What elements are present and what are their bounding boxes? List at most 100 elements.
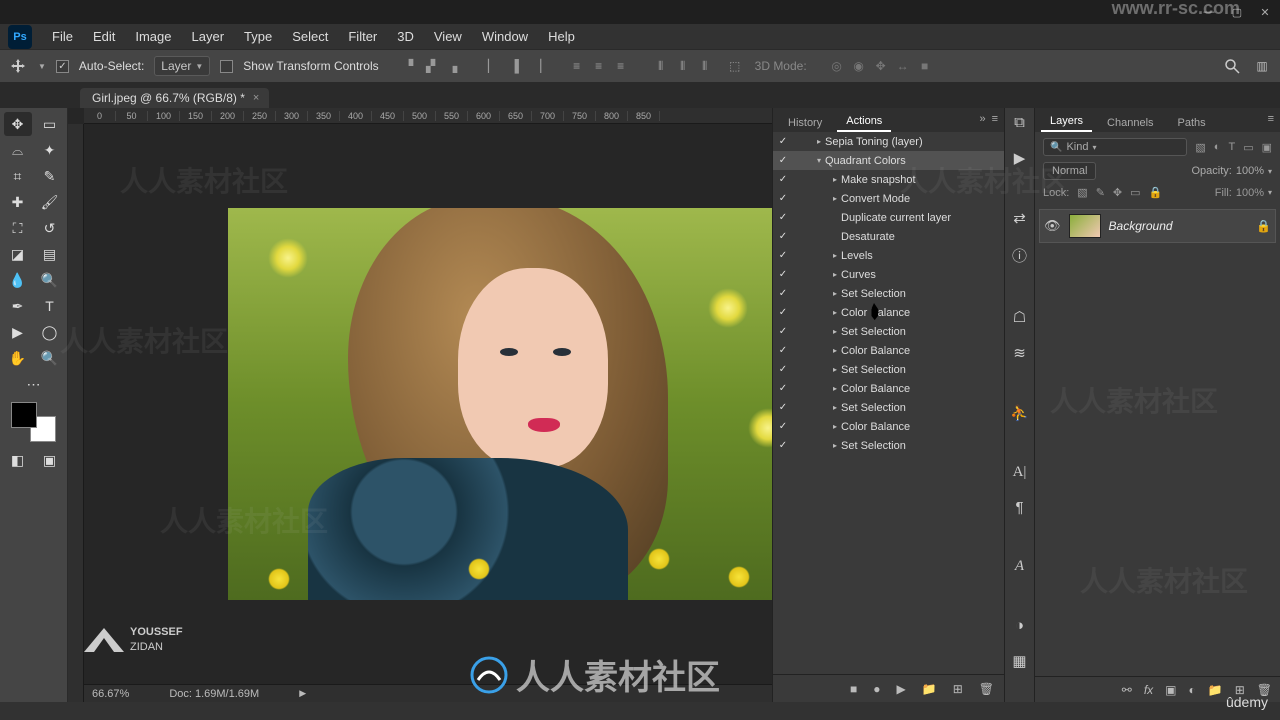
healing-tool[interactable]: ✚ xyxy=(4,190,32,214)
menu-layer[interactable]: Layer xyxy=(182,29,235,44)
action-check-icon[interactable]: ✓ xyxy=(773,383,793,394)
menu-image[interactable]: Image xyxy=(125,29,181,44)
action-row[interactable]: ✓Desaturate xyxy=(773,227,1004,246)
paragraph-panel-icon[interactable]: ¶ xyxy=(1015,499,1023,516)
action-check-icon[interactable]: ✓ xyxy=(773,307,793,318)
dist-bottom-icon[interactable]: ≡ xyxy=(611,56,631,76)
auto-select-target-dd[interactable]: Layer ▼ xyxy=(154,56,210,76)
tool-options-caret[interactable]: ▼ xyxy=(38,62,46,71)
info-panel-icon[interactable]: ⓘ xyxy=(1012,245,1027,266)
action-check-icon[interactable]: ✓ xyxy=(773,326,793,337)
filter-pixel-icon[interactable]: ▧ xyxy=(1195,141,1205,154)
workspace-switcher-icon[interactable]: ▥ xyxy=(1252,56,1272,76)
lock-image-icon[interactable]: ▧ xyxy=(1077,186,1087,199)
action-row[interactable]: ✓▸Color Balance xyxy=(773,417,1004,436)
action-caret-icon[interactable]: ▾ xyxy=(813,156,825,165)
menu-file[interactable]: File xyxy=(42,29,83,44)
zoom-3d-icon[interactable]: ■ xyxy=(915,56,935,76)
menu-help[interactable]: Help xyxy=(538,29,585,44)
action-caret-icon[interactable]: ▸ xyxy=(829,251,841,260)
filter-shape-icon[interactable]: ▭ xyxy=(1243,141,1253,154)
window-close-button[interactable]: ✕ xyxy=(1256,5,1274,19)
ruler-horizontal[interactable]: 0501001502002503003504004505005506006507… xyxy=(84,108,772,124)
layer-thumbnail[interactable] xyxy=(1069,214,1101,238)
layer-visibility-icon[interactable]: 👁 xyxy=(1044,218,1061,234)
auto-align-icon[interactable]: ⬚ xyxy=(725,56,745,76)
hand-tool[interactable]: ✋ xyxy=(4,346,32,370)
gradient-tool[interactable]: ▤ xyxy=(36,242,64,266)
edit-toolbar[interactable]: ⋯ xyxy=(20,372,48,396)
filter-adjust-icon[interactable]: ◐ xyxy=(1214,141,1221,154)
stamp-tool[interactable]: ⛶ xyxy=(4,216,32,240)
action-row[interactable]: ✓▸Color Balance xyxy=(773,303,1004,322)
align-right-icon[interactable]: ▕ xyxy=(527,56,547,76)
marquee-tool[interactable]: ▭ xyxy=(36,112,64,136)
action-caret-icon[interactable]: ▸ xyxy=(829,308,841,317)
action-check-icon[interactable]: ✓ xyxy=(773,288,793,299)
lock-all-icon[interactable]: 🔒 xyxy=(1149,186,1163,199)
action-row[interactable]: ✓▾Quadrant Colors xyxy=(773,151,1004,170)
action-check-icon[interactable]: ✓ xyxy=(773,136,793,147)
align-bottom-icon[interactable]: ▗ xyxy=(443,56,463,76)
grid-panel-icon[interactable]: ▦ xyxy=(1012,652,1026,670)
lock-nest-icon[interactable]: ▭ xyxy=(1130,186,1140,199)
align-vmid-icon[interactable]: ▞ xyxy=(421,56,441,76)
persona-panel-icon[interactable]: ⛹ xyxy=(1010,404,1029,422)
action-caret-icon[interactable]: ▸ xyxy=(829,289,841,298)
layer-style-icon[interactable]: fx xyxy=(1144,683,1153,697)
action-check-icon[interactable]: ✓ xyxy=(773,231,793,242)
action-caret-icon[interactable]: ▸ xyxy=(829,441,841,450)
action-row[interactable]: ✓▸Curves xyxy=(773,265,1004,284)
menu-select[interactable]: Select xyxy=(282,29,338,44)
layer-filter-kind-dd[interactable]: 🔍 Kind ▾ xyxy=(1043,138,1187,156)
panel-menu-icon[interactable]: ≡ xyxy=(992,113,998,125)
actions-new-icon[interactable]: ⊞ xyxy=(953,682,963,696)
action-caret-icon[interactable]: ▸ xyxy=(829,175,841,184)
swatches-panel-icon[interactable]: ◑ xyxy=(1015,617,1024,634)
action-caret-icon[interactable]: ▸ xyxy=(829,384,841,393)
actions-delete-icon[interactable]: 🗑 xyxy=(979,682,994,696)
document-canvas[interactable] xyxy=(228,208,772,600)
layer-row-background[interactable]: 👁 Background 🔒 xyxy=(1039,209,1276,243)
filter-type-icon[interactable]: T xyxy=(1228,141,1235,154)
align-left-icon[interactable]: ▏ xyxy=(483,56,503,76)
action-row[interactable]: ✓▸Make snapshot xyxy=(773,170,1004,189)
window-maximize-button[interactable]: ▢ xyxy=(1228,5,1246,19)
opacity-value[interactable]: 100% xyxy=(1236,165,1264,177)
fill-value[interactable]: 100% xyxy=(1236,187,1264,199)
layer-mask-icon[interactable]: ▣ xyxy=(1165,683,1176,697)
menu-window[interactable]: Window xyxy=(472,29,538,44)
actions-record-icon[interactable]: ● xyxy=(873,682,880,696)
properties-panel-icon[interactable]: ⇄ xyxy=(1013,209,1026,227)
brush-tool[interactable]: 🖌 xyxy=(36,190,64,214)
close-tab-icon[interactable]: × xyxy=(253,92,259,104)
lasso-tool[interactable]: ⌓ xyxy=(4,138,32,162)
history-panel-icon[interactable]: ⧉ xyxy=(1014,114,1025,131)
action-caret-icon[interactable]: ▸ xyxy=(829,270,841,279)
action-row[interactable]: ✓▸Color Balance xyxy=(773,341,1004,360)
blend-mode-dd[interactable]: Normal xyxy=(1043,162,1096,180)
dist-left-icon[interactable]: ⫴ xyxy=(651,56,671,76)
history-brush-tool[interactable]: ↺ xyxy=(36,216,64,240)
zoom-tool[interactable]: 🔍 xyxy=(36,346,64,370)
play-panel-icon[interactable]: ▶ xyxy=(1014,149,1026,167)
align-hmid-icon[interactable]: ▐ xyxy=(505,56,525,76)
history-tab[interactable]: History xyxy=(779,114,831,132)
menu-view[interactable]: View xyxy=(424,29,472,44)
action-check-icon[interactable]: ✓ xyxy=(773,345,793,356)
action-check-icon[interactable]: ✓ xyxy=(773,193,793,204)
action-check-icon[interactable]: ✓ xyxy=(773,402,793,413)
layers-panel-menu-icon[interactable]: ≡ xyxy=(1268,113,1274,125)
foreground-color-swatch[interactable] xyxy=(11,402,37,428)
action-caret-icon[interactable]: ▸ xyxy=(829,327,841,336)
document-tab[interactable]: Girl.jpeg @ 66.7% (RGB/8) * × xyxy=(80,88,269,108)
lock-position-icon[interactable]: ✎ xyxy=(1096,186,1105,199)
panel-collapse-icon[interactable]: » xyxy=(979,113,985,125)
layer-group-icon[interactable]: 📁 xyxy=(1208,683,1223,697)
action-caret-icon[interactable]: ▸ xyxy=(829,422,841,431)
lock-move-icon[interactable]: ✥ xyxy=(1113,186,1122,199)
dist-right-icon[interactable]: ⫴ xyxy=(695,56,715,76)
action-check-icon[interactable]: ✓ xyxy=(773,212,793,223)
action-row[interactable]: ✓▸Levels xyxy=(773,246,1004,265)
action-check-icon[interactable]: ✓ xyxy=(773,174,793,185)
